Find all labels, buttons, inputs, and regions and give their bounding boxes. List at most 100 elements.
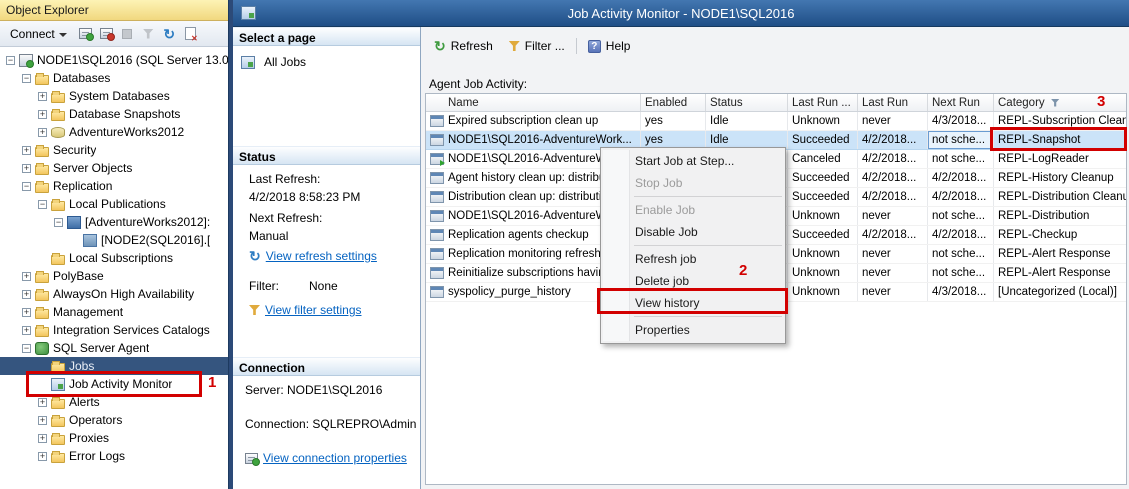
expand-icon[interactable]: + xyxy=(38,397,47,407)
job-name-label: NODE1\SQL2016-AdventureW xyxy=(448,153,607,165)
connect-button[interactable]: Connect xyxy=(4,24,73,44)
collapse-icon[interactable]: − xyxy=(54,217,63,227)
tree-item-databases[interactable]: − Databases xyxy=(0,69,228,87)
collapse-icon[interactable]: − xyxy=(22,343,31,353)
stop-icon xyxy=(122,28,133,39)
select-a-page-label: Select a page xyxy=(239,31,316,45)
object-explorer-title-label: Object Explorer xyxy=(6,3,89,17)
column-header-category[interactable]: Category xyxy=(994,94,1126,111)
expand-icon[interactable]: + xyxy=(38,91,47,101)
column-header-last-run[interactable]: Last Run xyxy=(858,94,928,111)
menu-item-stop-job[interactable]: Stop Job xyxy=(601,172,785,194)
expand-icon[interactable]: + xyxy=(22,289,31,299)
expand-icon[interactable]: + xyxy=(38,127,47,137)
tree-item-adventureworks2012[interactable]: − [AdventureWorks2012]: xyxy=(0,213,228,231)
page-item-all-jobs[interactable]: All Jobs xyxy=(241,55,306,69)
all-jobs-label: All Jobs xyxy=(264,55,307,69)
view-refresh-settings-link[interactable]: View refresh settings xyxy=(266,249,377,263)
tree-item-proxies[interactable]: + Proxies xyxy=(0,429,228,447)
filter-label: Filter: xyxy=(249,279,279,293)
tree-item-sql-server-agent[interactable]: − SQL Server Agent xyxy=(0,339,228,357)
view-filter-settings-link[interactable]: View filter settings xyxy=(265,303,362,317)
connection-line: Connection: SQLREPRO\Administra xyxy=(245,417,417,431)
tree-item-local-subscriptions[interactable]: Local Subscriptions xyxy=(0,249,228,267)
menu-item-start-job-at-step[interactable]: Start Job at Step... xyxy=(601,150,785,172)
tree-item-node2-sql2016[interactable]: [NODE2(SQL2016].[ xyxy=(0,231,228,249)
menu-item-refresh-job[interactable]: Refresh job xyxy=(601,248,785,270)
job-name-label: Replication monitoring refresher xyxy=(448,248,611,260)
refresh-button[interactable]: ↻ xyxy=(161,25,178,42)
column-header-status[interactable]: Status xyxy=(706,94,788,111)
expand-icon[interactable]: + xyxy=(22,145,31,155)
filter-jobs-button[interactable]: Filter ... xyxy=(502,37,572,55)
menu-item-enable-job[interactable]: Enable Job xyxy=(601,199,785,221)
help-button[interactable]: ? Help xyxy=(581,37,638,55)
menu-item-disable-job[interactable]: Disable Job xyxy=(601,221,785,243)
collapse-icon[interactable]: − xyxy=(22,181,31,191)
connect-label: Connect xyxy=(10,26,55,41)
tree-item-alwayson-high-availability[interactable]: + AlwaysOn High Availability xyxy=(0,285,228,303)
tree-item-label: NODE1\SQL2016 (SQL Server 13.0. xyxy=(37,53,228,67)
database-icon xyxy=(51,127,65,138)
tree-item-replication[interactable]: − Replication xyxy=(0,177,228,195)
job-name-label: Distribution clean up: distribution xyxy=(448,191,615,203)
expand-icon[interactable]: + xyxy=(22,307,31,317)
job-name-label: NODE1\SQL2016-AdventureW xyxy=(448,210,607,222)
tree-item-adventureworks2012[interactable]: + AdventureWorks2012 xyxy=(0,123,228,141)
expand-icon[interactable]: + xyxy=(38,109,47,119)
agent-job-activity-label: Agent Job Activity: xyxy=(429,77,528,91)
job-icon xyxy=(430,115,444,127)
column-header-next-run[interactable]: Next Run xyxy=(928,94,994,111)
connect-server-button[interactable] xyxy=(77,25,94,42)
expand-icon[interactable]: + xyxy=(22,271,31,281)
help-button-label: Help xyxy=(605,39,631,53)
cell-enabled: yes xyxy=(641,112,706,130)
tree-item-local-publications[interactable]: − Local Publications xyxy=(0,195,228,213)
filter-button-label: Filter ... xyxy=(524,39,565,53)
tree-item-integration-services-catalogs[interactable]: + Integration Services Catalogs xyxy=(0,321,228,339)
menu-item-properties[interactable]: Properties xyxy=(601,319,785,341)
expand-icon[interactable]: + xyxy=(22,163,31,173)
cell-last-run-outcome: Unknown xyxy=(788,112,858,130)
disconnect-server-button[interactable] xyxy=(98,25,115,42)
filter-button[interactable] xyxy=(140,25,157,42)
tree-item-label: [AdventureWorks2012]: xyxy=(85,215,211,229)
tree-item-server-objects[interactable]: + Server Objects xyxy=(0,159,228,177)
tree-item-security[interactable]: + Security xyxy=(0,141,228,159)
collapse-icon[interactable]: − xyxy=(38,199,47,209)
object-explorer-tree: − NODE1\SQL2016 (SQL Server 13.0. − Databas… xyxy=(0,47,228,489)
tree-item-operators[interactable]: + Operators xyxy=(0,411,228,429)
menu-separator xyxy=(634,196,782,197)
tree-item-system-databases[interactable]: + System Databases xyxy=(0,87,228,105)
folder-icon xyxy=(35,72,49,85)
cell-category: REPL-Alert Response xyxy=(994,264,1126,282)
next-refresh-value: Manual xyxy=(249,229,289,243)
tree-item-management[interactable]: + Management xyxy=(0,303,228,321)
tree-item-error-logs[interactable]: + Error Logs xyxy=(0,447,228,465)
refresh-jobs-button[interactable]: ↻ Refresh xyxy=(427,37,500,55)
expand-icon[interactable]: + xyxy=(38,433,47,443)
status-header-label: Status xyxy=(239,150,276,164)
collapse-icon[interactable]: − xyxy=(22,73,31,83)
column-header-name[interactable]: Name xyxy=(426,94,641,111)
cell-next-run: 4/3/2018... xyxy=(928,112,994,130)
error-logs-button[interactable] xyxy=(182,25,199,43)
collapse-icon[interactable]: − xyxy=(6,55,15,65)
view-connection-properties-link[interactable]: View connection properties xyxy=(263,451,407,465)
context-menu: Start Job at Step... Stop Job Enable Job Di… xyxy=(600,147,786,344)
tree-item-node1-sql2016-sql-server-13-0[interactable]: − NODE1\SQL2016 (SQL Server 13.0. xyxy=(0,51,228,69)
tree-item-polybase[interactable]: + PolyBase xyxy=(0,267,228,285)
cell-last-run-outcome: Unknown xyxy=(788,207,858,225)
stop-button[interactable] xyxy=(119,25,136,42)
column-header-last-run[interactable]: Last Run ... xyxy=(788,94,858,111)
expand-icon[interactable]: + xyxy=(38,415,47,425)
job-name-label: Reinitialize subscriptions having xyxy=(448,267,611,279)
job-icon xyxy=(430,134,444,146)
tree-item-database-snapshots[interactable]: + Database Snapshots xyxy=(0,105,228,123)
jam-toolbar: ↻ Refresh Filter ... ? Help xyxy=(427,35,637,57)
expand-icon[interactable]: + xyxy=(22,325,31,335)
cell-category: REPL-Distribution Cleanup xyxy=(994,188,1126,206)
column-header-enabled[interactable]: Enabled xyxy=(641,94,706,111)
cell-last-run-outcome: Succeeded xyxy=(788,169,858,187)
expand-icon[interactable]: + xyxy=(38,451,47,461)
